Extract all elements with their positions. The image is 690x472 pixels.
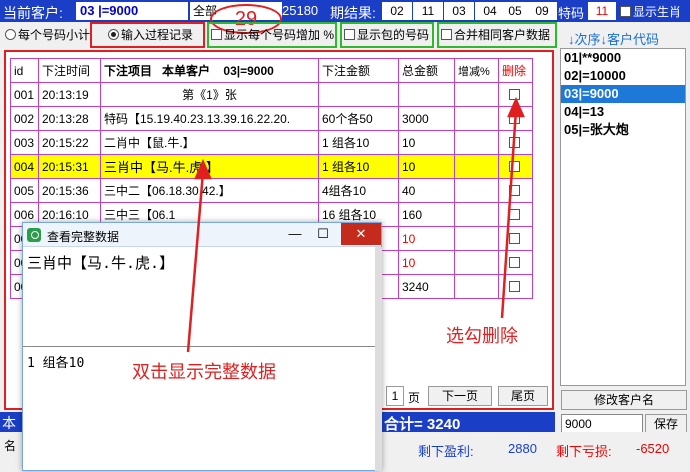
arrow-to-delete: [500, 109, 518, 319]
annotation-arrows: [186, 96, 525, 353]
arrow-head: [507, 96, 525, 118]
arrow-to-item: [186, 171, 205, 353]
annotation-double-click: 双击显示完整数据: [132, 362, 276, 382]
annotation-tick-delete: 选勾删除: [446, 326, 518, 346]
arrow-head: [194, 158, 212, 180]
